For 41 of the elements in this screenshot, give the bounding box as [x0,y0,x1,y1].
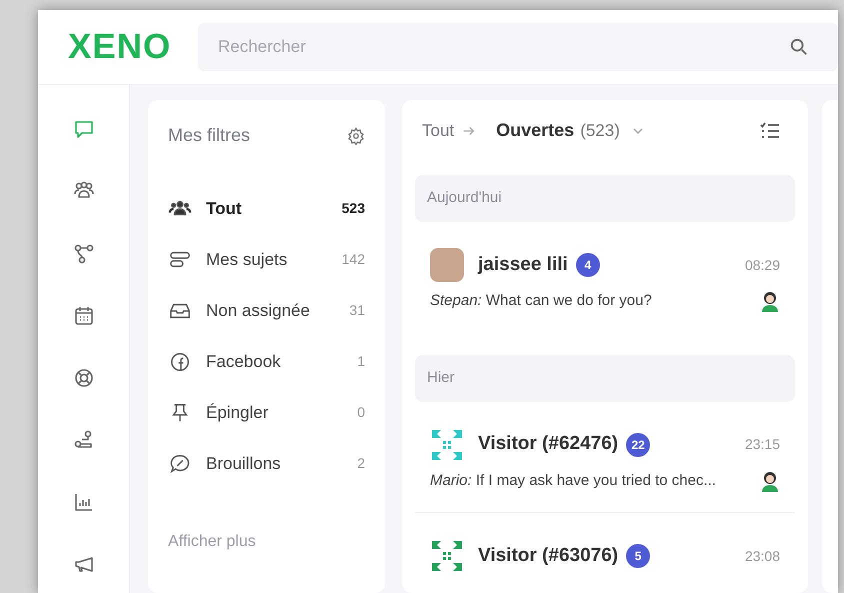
day-header: Aujourd'hui [415,175,795,222]
count-label: 523 [342,199,365,218]
time-label: 23:15 [744,435,780,454]
conversation-item[interactable]: Visitor (#63076) 5 23:08 [415,513,795,593]
nodes-icon[interactable] [72,242,96,266]
breadcrumb-link[interactable]: Tout [422,118,454,144]
filter-item[interactable]: Non assignée 31 [168,289,365,332]
message-preview: Mario: If I may ask have you tried to chec... [430,470,716,490]
filters-title: Mes filtres [168,124,250,147]
filter-item[interactable]: Mes sujets 142 [168,238,365,281]
conversation-item[interactable]: Visitor (#62476) 22 23:15 Mario: If I may ask have you tried to chec... [415,402,795,513]
view-dropdown[interactable]: Ouvertes (523) [496,117,644,144]
contact-name: Visitor (#62476) [478,432,618,456]
draft-icon [168,452,192,474]
message-preview: Stepan: What can we do for you? [430,291,652,311]
day-header: Hier [415,354,795,402]
agent-avatar-icon [760,470,780,492]
count-label: 0 [357,403,365,422]
filter-item[interactable]: Facebook 1 [168,340,365,383]
time-label: 23:08 [744,546,780,566]
count-label: 31 [349,301,365,320]
agent-avatar-icon [760,290,780,312]
count-label: 1 [357,352,365,371]
contact-name: Visitor (#63076) [478,544,618,568]
settings-icon[interactable] [347,126,365,144]
count-label: 2 [357,454,365,473]
unread-badge: 22 [626,432,650,456]
photo-placeholder [430,248,464,282]
search-icon[interactable] [790,38,808,56]
count-label: 142 [342,250,365,269]
logo: XENO [67,26,172,68]
conversation-item[interactable]: jaissee lili 4 08:29 Stepan: What can we do for you? [415,222,795,332]
search-field[interactable]: Rechercher [198,23,838,71]
time-label: 08:29 [744,256,780,274]
filter-item[interactable]: Brouillons 2 [168,442,365,485]
checklist-icon[interactable] [760,122,780,140]
unread-badge: 4 [576,253,600,277]
unread-badge: 5 [626,544,650,568]
facebook-icon [168,350,192,372]
contact-name: jaissee lili [478,252,568,277]
filter-item[interactable]: Épingler 0 [168,391,365,434]
